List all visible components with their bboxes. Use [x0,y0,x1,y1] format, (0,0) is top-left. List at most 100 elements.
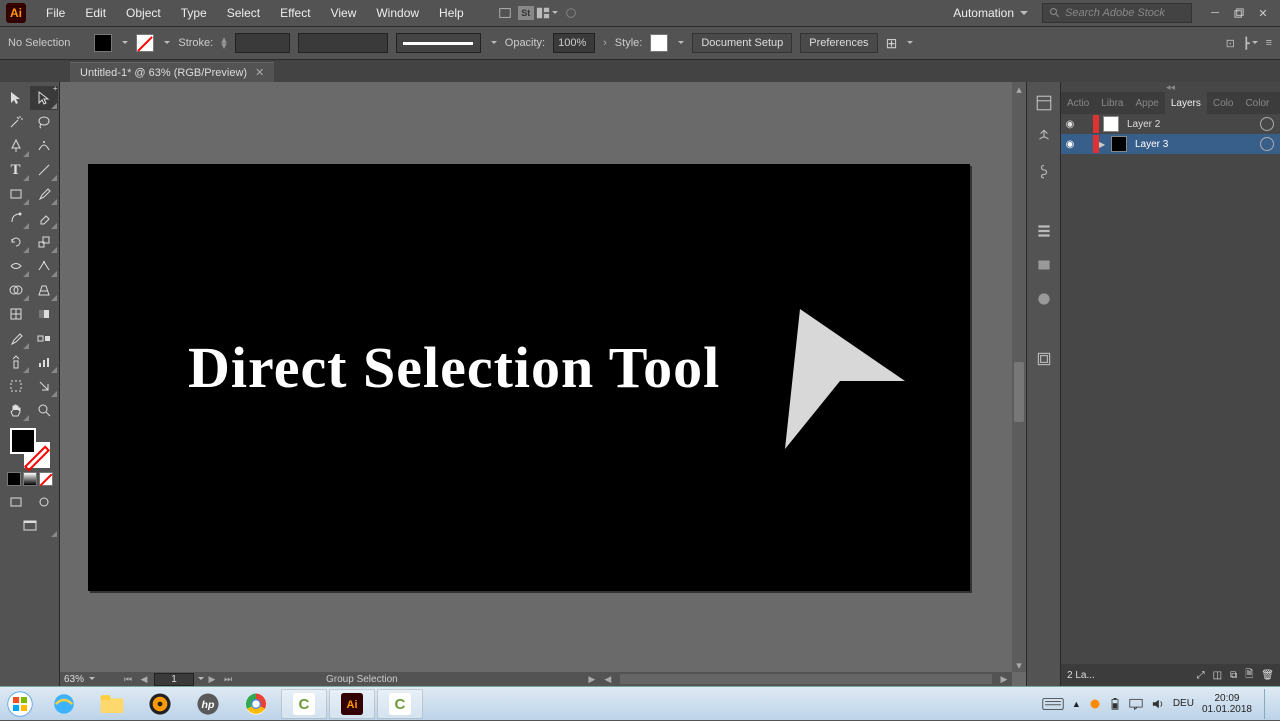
layer-thumbnail[interactable] [1103,116,1119,132]
menu-file[interactable]: File [36,6,75,20]
fill-stroke-indicator[interactable] [10,428,50,468]
artboard-dropdown[interactable] [196,673,204,685]
align-dropdown[interactable] [905,37,913,49]
layer-row[interactable]: ◉ Layer 2 [1061,114,1280,134]
scale-tool[interactable] [30,230,58,254]
first-artboard-icon[interactable]: ⏮ [120,674,136,685]
free-transform-tool[interactable] [30,254,58,278]
window-close[interactable]: ✕ [1252,4,1274,22]
mesh-tool[interactable] [2,302,30,326]
panel-tab-color[interactable]: Colo [1207,92,1240,114]
new-layer-icon[interactable]: 🗎 [1245,667,1253,684]
zoom-tool[interactable] [30,398,58,422]
panel-menu-icon[interactable]: ≡ [1266,37,1272,49]
width-tool[interactable] [2,254,30,278]
menu-effect[interactable]: Effect [270,6,320,20]
panel-collapse-handle[interactable]: ◂◂ [1061,82,1280,92]
hand-tool[interactable] [2,398,30,422]
bridge-icon[interactable] [494,4,516,22]
taskbar-clock[interactable]: 20:09 01.01.2018 [1202,693,1256,715]
fill-swatch[interactable] [94,34,112,52]
type-tool[interactable]: T [2,158,30,182]
perspective-tool[interactable] [30,278,58,302]
panel-tab-colorguide[interactable]: Color [1239,92,1275,114]
opacity-field[interactable]: 100% [553,33,595,53]
eyedropper-tool[interactable] [2,326,30,350]
taskbar-explorer[interactable] [89,689,135,719]
taskbar-camtasia-2[interactable]: C [377,689,423,719]
lasso-tool[interactable] [30,110,58,134]
target-icon[interactable] [1260,137,1274,151]
gradient-mode-icon[interactable] [23,472,37,486]
properties-panel-icon[interactable] [1033,92,1055,114]
battery-icon[interactable] [1109,697,1121,711]
magic-wand-tool[interactable] [2,110,30,134]
panel-tab-libraries[interactable]: Libra [1095,92,1129,114]
visibility-icon[interactable]: ◉ [1061,139,1079,150]
scroll-left-icon[interactable]: ◀ [600,674,616,685]
menu-help[interactable]: Help [429,6,474,20]
create-sublayer-icon[interactable]: ⧉ [1230,670,1237,681]
layer-name[interactable]: Layer 2 [1123,119,1260,130]
document-setup-button[interactable]: Document Setup [692,33,792,53]
artboard[interactable]: Direct Selection Tool [88,164,970,591]
fill-indicator[interactable] [10,428,36,454]
taskbar-chrome[interactable] [233,689,279,719]
locate-object-icon[interactable]: ⤢ [1197,670,1205,681]
layer-row[interactable]: ◉ ▶ Layer 3 [1061,134,1280,154]
taskbar-camtasia-1[interactable]: C [281,689,327,719]
workspace-switcher[interactable]: Automation [949,6,1032,20]
panel-tab-appearance[interactable]: Appe [1129,92,1164,114]
scroll-up-icon[interactable]: ▴ [1012,82,1026,96]
menu-edit[interactable]: Edit [75,6,116,20]
layer-thumbnail[interactable] [1111,136,1127,152]
arrange-docs-icon[interactable] [536,4,558,22]
taskbar-hp[interactable]: hp [185,689,231,719]
expand-icon[interactable]: ▶ [1099,140,1107,149]
stroke-swatch[interactable] [136,34,154,52]
draw-mode-icon[interactable] [30,490,58,514]
zoom-level[interactable]: 63% [60,674,120,685]
vertical-scrollbar[interactable]: ▴ ▾ [1012,82,1026,672]
scroll-thumb[interactable] [1014,362,1024,422]
opacity-flyout[interactable]: › [603,37,607,49]
menu-type[interactable]: Type [171,6,217,20]
stroke-dropdown[interactable] [162,37,170,49]
menu-view[interactable]: View [321,6,367,20]
eraser-tool[interactable] [30,206,58,230]
menu-window[interactable]: Window [366,6,429,20]
scroll-right-icon[interactable]: ▶ [996,674,1012,685]
prev-artboard-icon[interactable]: ◀ [136,674,152,685]
scroll-down-icon[interactable]: ▾ [1012,658,1026,672]
transform-panel-icon[interactable]: ⊡ [1226,37,1235,50]
brush-field[interactable] [298,33,388,53]
brushes-panel-icon[interactable] [1033,160,1055,182]
color-panel-icon[interactable] [1033,288,1055,310]
shaper-tool[interactable] [2,206,30,230]
panel-menu-icon[interactable]: ≡ [1275,98,1280,109]
gradient-tool[interactable] [30,302,58,326]
fill-dropdown[interactable] [120,37,128,49]
none-mode-icon[interactable] [39,472,53,486]
artboard-number[interactable]: 1 [154,673,194,686]
swatches-panel-icon[interactable] [1033,220,1055,242]
brush-profile-dropdown[interactable] [489,37,497,49]
brush-profile[interactable] [396,33,481,53]
style-swatch[interactable] [650,34,668,52]
taskbar-ie[interactable] [41,689,87,719]
gpu-icon[interactable] [560,4,582,22]
screen-mode-icon[interactable] [2,490,30,514]
pen-tool[interactable] [2,134,30,158]
symbols-panel-icon[interactable] [1033,254,1055,276]
document-tab[interactable]: Untitled-1* @ 63% (RGB/Preview) ✕ [70,62,274,82]
layer-name[interactable]: Layer 3 [1131,139,1260,150]
graph-tool[interactable] [30,350,58,374]
panel-tab-actions[interactable]: Actio [1061,92,1095,114]
canvas-area[interactable]: Direct Selection Tool ▴ ▾ 63% ⏮ ◀ 1 ▶ ⏭ … [60,82,1026,686]
libraries-panel-icon[interactable] [1033,126,1055,148]
change-screen-mode[interactable] [2,514,58,538]
stroke-weight-field[interactable] [235,33,290,53]
align-panel-icon[interactable]: ┣ [1243,37,1258,50]
curvature-tool[interactable] [30,134,58,158]
menu-object[interactable]: Object [116,6,171,20]
